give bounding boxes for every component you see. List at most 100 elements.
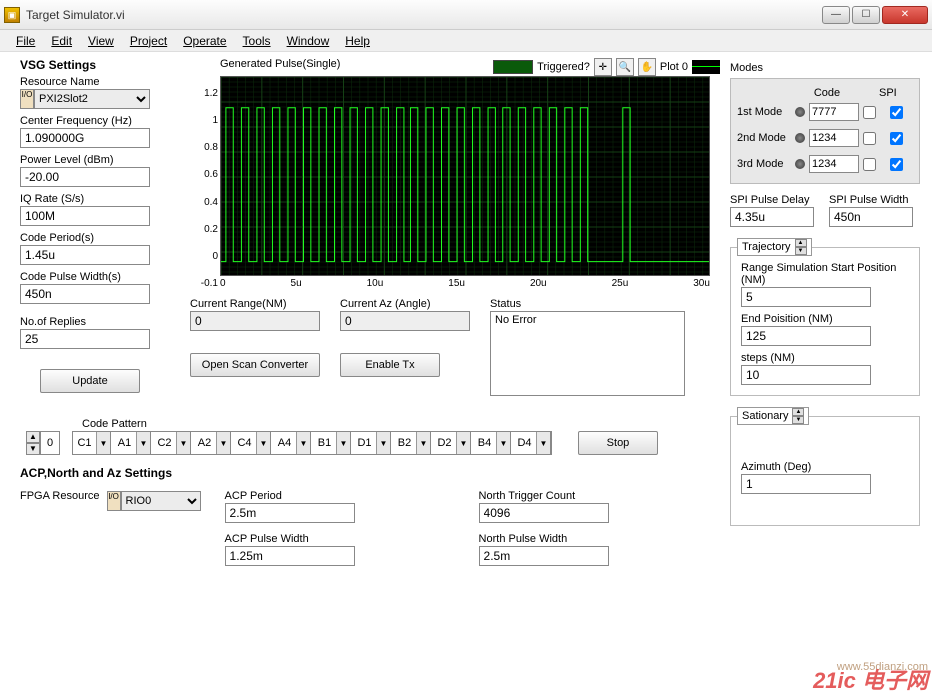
cp-item-11[interactable]: D4	[513, 432, 537, 454]
stop-button[interactable]: Stop	[578, 431, 658, 455]
acp-period-input[interactable]	[225, 503, 355, 523]
iq-input[interactable]	[20, 206, 150, 226]
code-pw-input[interactable]	[20, 284, 150, 304]
acp-title: ACP,North and Az Settings	[20, 466, 720, 480]
menu-tools[interactable]: Tools	[237, 32, 277, 50]
minimize-button[interactable]: —	[822, 6, 850, 24]
cp-item-5[interactable]: A4	[273, 432, 297, 454]
cp-item-6[interactable]: B1	[313, 432, 337, 454]
stationary-title: Sationary	[742, 410, 788, 422]
spi-delay-input[interactable]	[730, 207, 814, 227]
menu-bar: File Edit View Project Operate Tools Win…	[0, 30, 932, 52]
mode-led-0	[795, 107, 805, 117]
cp-item-4[interactable]: C4	[233, 432, 257, 454]
traj-steps-label: steps (NM)	[741, 352, 909, 364]
mode-code-1[interactable]	[809, 129, 859, 147]
cp-item-dd-8[interactable]: ▼	[417, 432, 431, 454]
cp-item-dd-9[interactable]: ▼	[457, 432, 471, 454]
mode-code-2[interactable]	[809, 155, 859, 173]
update-button[interactable]: Update	[40, 369, 140, 393]
cp-item-0[interactable]: C1	[73, 432, 97, 454]
cp-index-down[interactable]: ▼	[26, 443, 40, 455]
resource-name-label: Resource Name	[20, 76, 190, 88]
status-label: Status	[490, 298, 720, 310]
triggered-indicator	[493, 60, 533, 74]
stat-up[interactable]: ▲	[792, 408, 804, 416]
traj-end-input[interactable]	[741, 326, 871, 346]
npw-input[interactable]	[479, 546, 609, 566]
pulse-chart[interactable]	[220, 76, 710, 276]
code-pattern-label: Code Pattern	[82, 418, 716, 430]
ntc-label: North Trigger Count	[479, 490, 609, 502]
mode-chk-2[interactable]	[863, 158, 876, 171]
enable-tx-button[interactable]: Enable Tx	[340, 353, 440, 377]
menu-view[interactable]: View	[82, 32, 120, 50]
ntc-input[interactable]	[479, 503, 609, 523]
crosshair-icon[interactable]: ✛	[594, 58, 612, 76]
cp-item-dd-0[interactable]: ▼	[97, 432, 111, 454]
menu-project[interactable]: Project	[124, 32, 173, 50]
maximize-button[interactable]: ☐	[852, 6, 880, 24]
menu-file[interactable]: File	[10, 32, 41, 50]
cp-item-dd-1[interactable]: ▼	[137, 432, 151, 454]
cp-item-3[interactable]: A2	[193, 432, 217, 454]
chart-title: Generated Pulse(Single)	[220, 58, 340, 70]
mode-code-0[interactable]	[809, 103, 859, 121]
plot-legend-swatch	[692, 60, 720, 74]
traj-up[interactable]: ▲	[795, 239, 807, 247]
close-button[interactable]: ✕	[882, 6, 928, 24]
cp-item-dd-7[interactable]: ▼	[377, 432, 391, 454]
cp-item-dd-2[interactable]: ▼	[177, 432, 191, 454]
spi-width-input[interactable]	[829, 207, 913, 227]
zoom-icon[interactable]: 🔍	[616, 58, 634, 76]
cp-index-up[interactable]: ▲	[26, 431, 40, 443]
cp-item-7[interactable]: D1	[353, 432, 377, 454]
spi-width-label: SPI Pulse Width	[829, 194, 920, 206]
spi-header: SPI	[879, 87, 897, 99]
code-header: Code	[795, 87, 859, 99]
cp-item-1[interactable]: A1	[113, 432, 137, 454]
traj-steps-input[interactable]	[741, 365, 871, 385]
mode-spi-2[interactable]	[890, 158, 903, 171]
cp-item-10[interactable]: B4	[473, 432, 497, 454]
mode-spi-0[interactable]	[890, 106, 903, 119]
acp-pw-input[interactable]	[225, 546, 355, 566]
menu-edit[interactable]: Edit	[45, 32, 78, 50]
cp-item-dd-4[interactable]: ▼	[257, 432, 271, 454]
cp-index[interactable]: 0	[40, 431, 60, 455]
cp-item-dd-3[interactable]: ▼	[217, 432, 231, 454]
cp-item-dd-5[interactable]: ▼	[297, 432, 311, 454]
replies-input[interactable]	[20, 329, 150, 349]
stat-az-input[interactable]	[741, 474, 871, 494]
stat-az-label: Azimuth (Deg)	[741, 461, 909, 473]
mode-spi-1[interactable]	[890, 132, 903, 145]
menu-operate[interactable]: Operate	[177, 32, 232, 50]
center-freq-input[interactable]	[20, 128, 150, 148]
resource-name-select[interactable]: PXI2Slot2	[34, 89, 150, 109]
menu-help[interactable]: Help	[339, 32, 376, 50]
traj-start-input[interactable]	[741, 287, 871, 307]
triggered-label: Triggered?	[537, 61, 590, 73]
mode-chk-1[interactable]	[863, 132, 876, 145]
cp-item-dd-11[interactable]: ▼	[537, 432, 551, 454]
mode-chk-0[interactable]	[863, 106, 876, 119]
acp-pw-label: ACP Pulse Width	[225, 533, 355, 545]
cp-item-8[interactable]: B2	[393, 432, 417, 454]
code-pw-label: Code Pulse Width(s)	[20, 271, 190, 283]
pan-icon[interactable]: ✋	[638, 58, 656, 76]
cp-item-2[interactable]: C2	[153, 432, 177, 454]
cp-item-dd-6[interactable]: ▼	[337, 432, 351, 454]
cp-item-dd-10[interactable]: ▼	[497, 432, 511, 454]
npw-label: North Pulse Width	[479, 533, 609, 545]
scan-converter-button[interactable]: Open Scan Converter	[190, 353, 320, 377]
cp-item-9[interactable]: D2	[433, 432, 457, 454]
power-input[interactable]	[20, 167, 150, 187]
code-period-input[interactable]	[20, 245, 150, 265]
fpga-select[interactable]: RIO0	[121, 491, 201, 511]
acp-period-label: ACP Period	[225, 490, 355, 502]
stat-down[interactable]: ▼	[792, 416, 804, 424]
menu-window[interactable]: Window	[281, 32, 336, 50]
trajectory-frame: Trajectory▲▼ Range Simulation Start Posi…	[730, 247, 920, 396]
traj-down[interactable]: ▼	[795, 247, 807, 255]
plot-legend-label: Plot 0	[660, 61, 688, 73]
